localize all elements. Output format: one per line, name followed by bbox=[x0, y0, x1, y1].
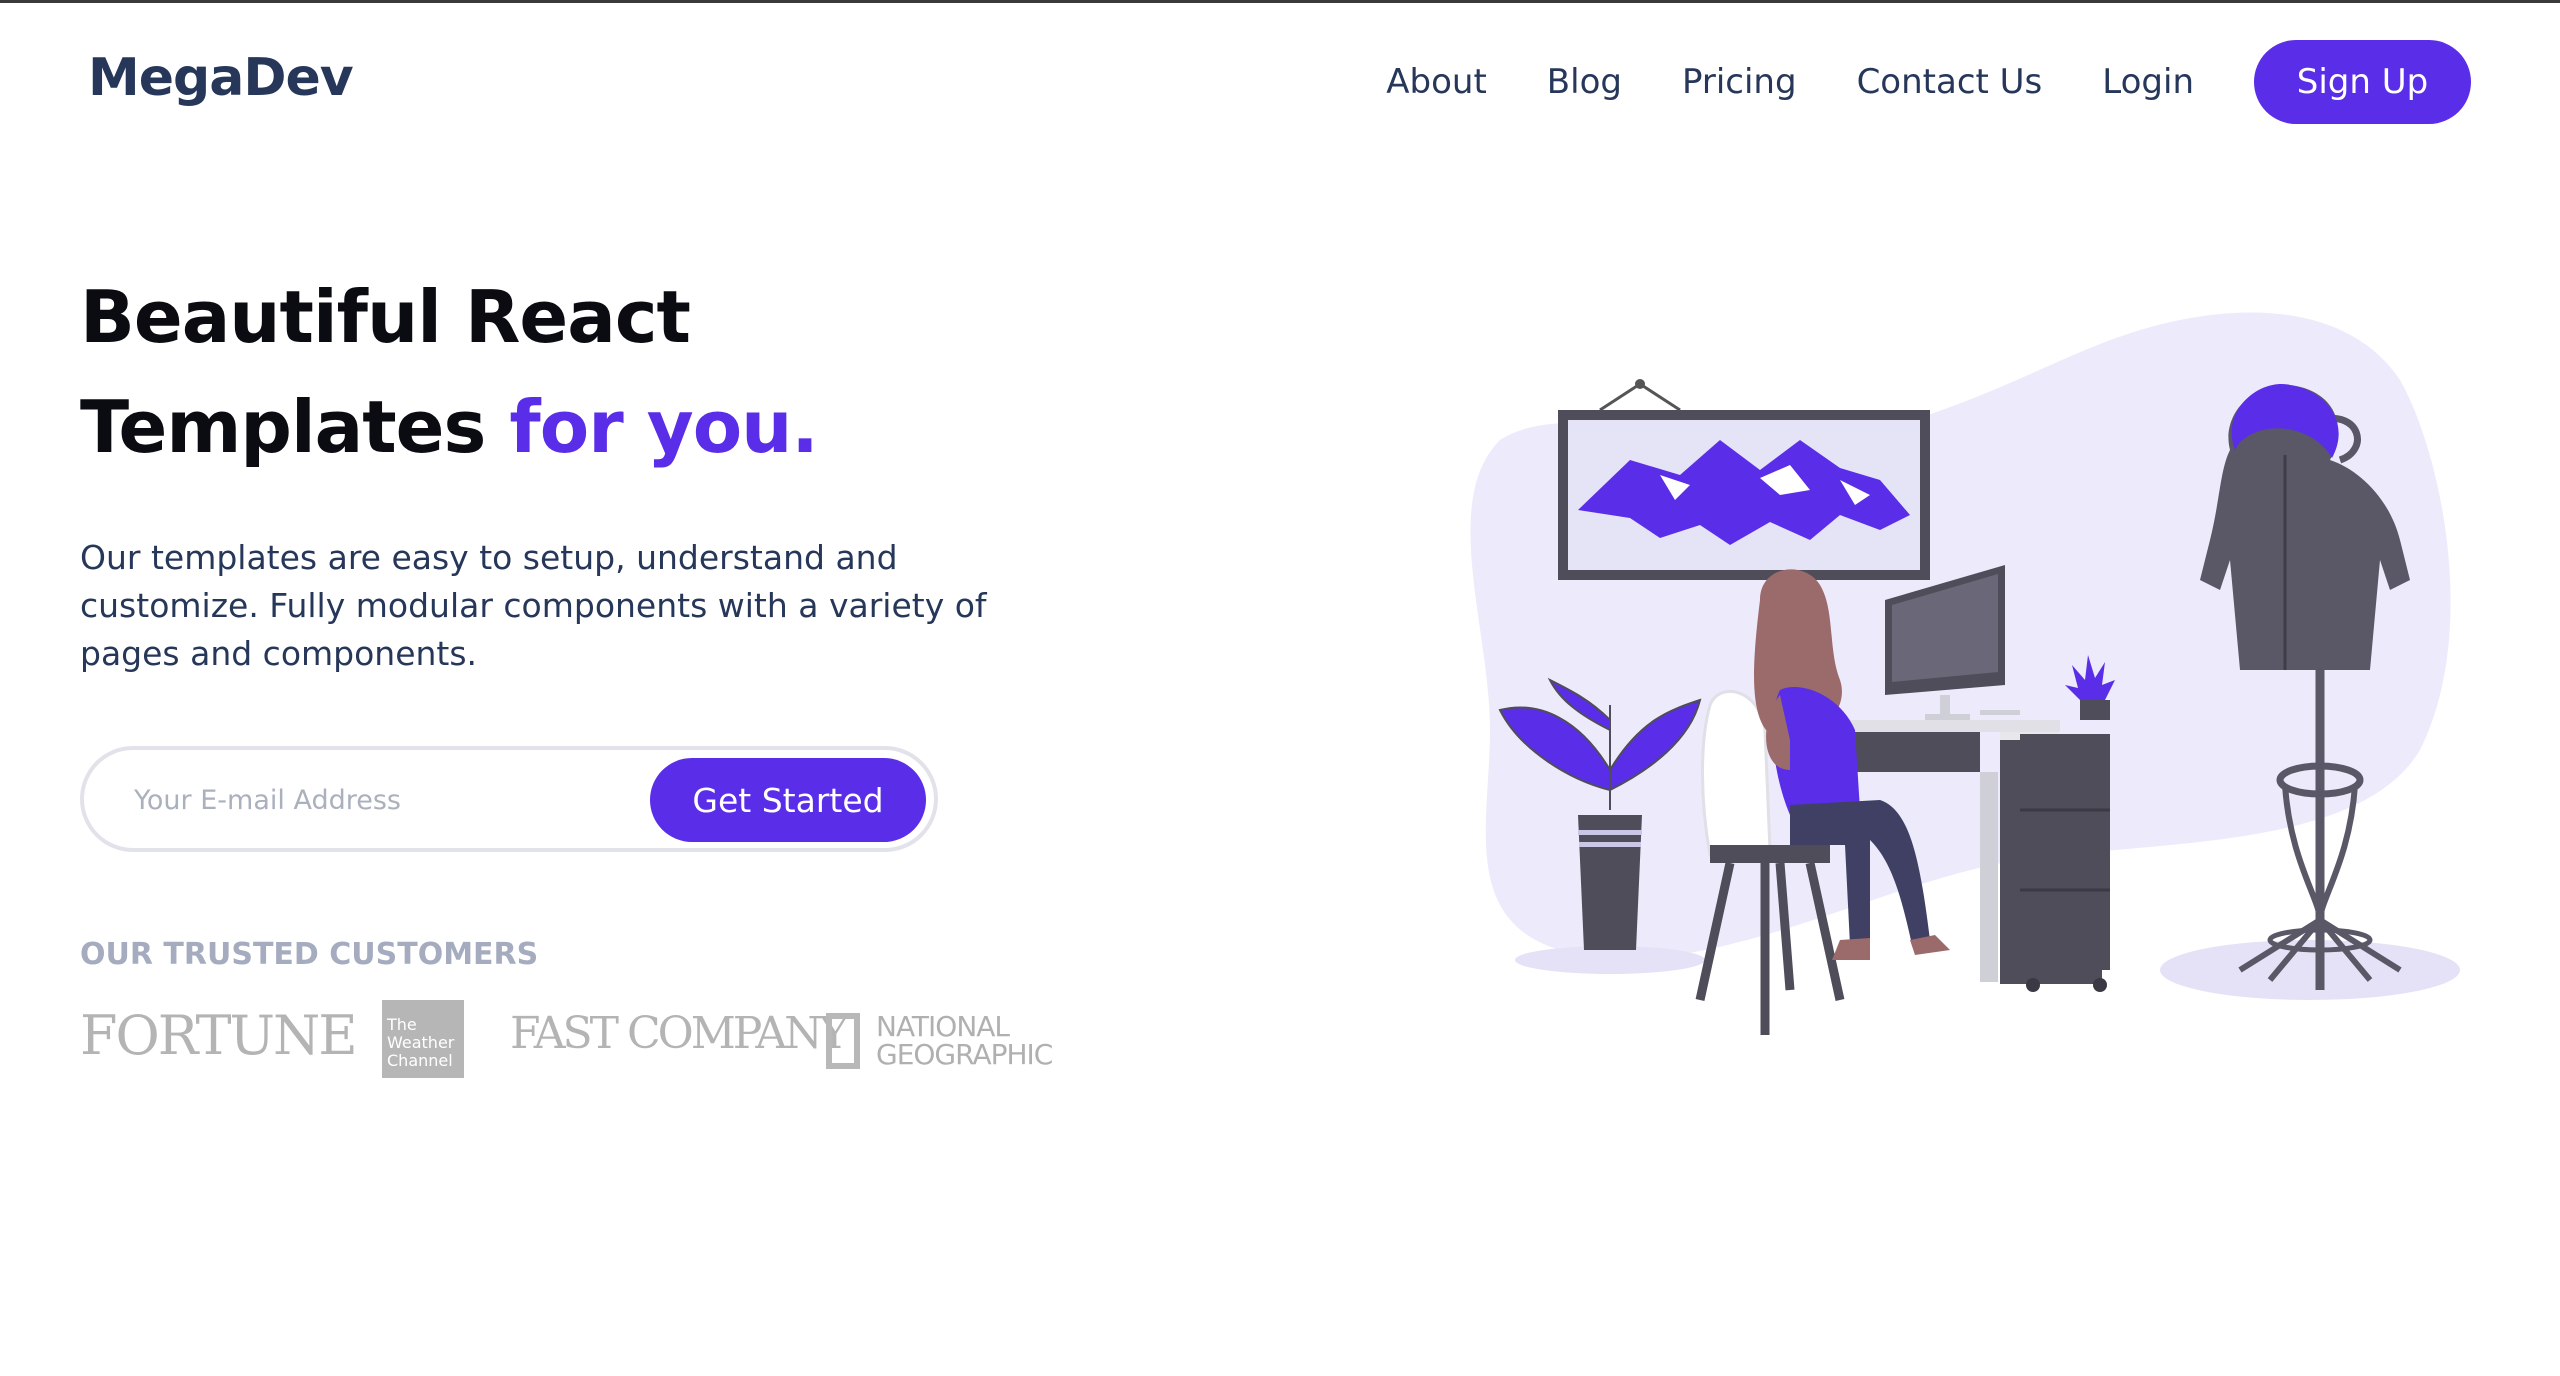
plant-shadow bbox=[1515, 946, 1705, 974]
fortune-logo: FORTUNE bbox=[80, 1004, 358, 1067]
email-input[interactable] bbox=[132, 774, 656, 826]
trusted-customers-heading: OUR TRUSTED CUSTOMERS bbox=[80, 937, 539, 972]
natgeo-line1: NATIONAL bbox=[876, 1010, 1010, 1043]
get-started-button[interactable]: Get Started bbox=[650, 758, 926, 842]
nav-contact-link[interactable]: Contact Us bbox=[1857, 62, 2043, 102]
weather-channel-logo: The Weather Channel bbox=[382, 1000, 464, 1078]
natgeo-line2: GEOGRAPHIC bbox=[876, 1038, 1053, 1071]
natgeo-frame-icon bbox=[826, 1013, 860, 1069]
hero-title: Beautiful React Templates for you. bbox=[80, 262, 819, 482]
nav-login-link[interactable]: Login bbox=[2102, 62, 2194, 102]
plant-pot bbox=[1578, 815, 1642, 950]
hero-title-line1: Beautiful React bbox=[80, 275, 691, 359]
weather-logo-line3: Channel bbox=[387, 1051, 453, 1070]
brand-logo[interactable]: MegaDev bbox=[88, 48, 354, 108]
national-geographic-logo: NATIONAL GEOGRAPHIC bbox=[826, 1006, 1053, 1076]
top-navigation: About Blog Pricing Contact Us Login Sign… bbox=[1386, 40, 2471, 124]
desk-drawers bbox=[2020, 734, 2110, 970]
hero-illustration bbox=[1470, 312, 2460, 1035]
nav-pricing-link[interactable]: Pricing bbox=[1682, 62, 1797, 102]
fast-company-logo: FAST COMPANY bbox=[510, 1008, 849, 1059]
signup-button[interactable]: Sign Up bbox=[2254, 40, 2471, 124]
nav-blog-link[interactable]: Blog bbox=[1547, 62, 1622, 102]
hero-title-line2: Templates bbox=[80, 385, 486, 469]
hero-title-accent: for you. bbox=[509, 385, 818, 469]
email-signup-form: Get Started bbox=[80, 746, 938, 852]
nav-about-link[interactable]: About bbox=[1386, 62, 1487, 102]
window-top-border bbox=[0, 0, 2560, 3]
hero-description: Our templates are easy to setup, underst… bbox=[80, 538, 987, 673]
weather-logo-line2: Weather bbox=[387, 1033, 455, 1052]
weather-logo-line1: The bbox=[387, 1015, 417, 1034]
